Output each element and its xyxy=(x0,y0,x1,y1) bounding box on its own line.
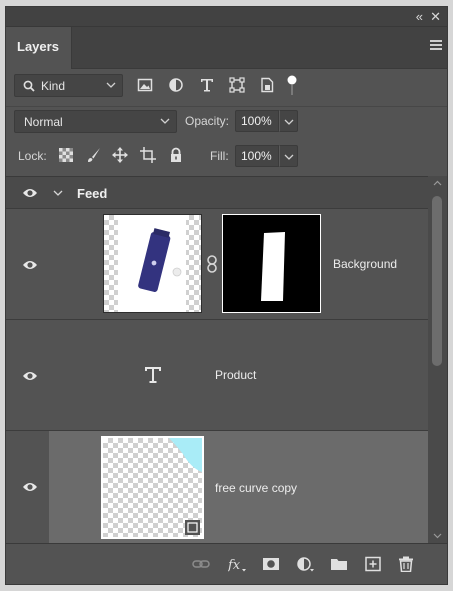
layer-mask-thumbnail[interactable] xyxy=(222,214,321,313)
smart-object-filter-icon[interactable] xyxy=(259,77,275,93)
chevron-down-icon xyxy=(284,119,294,125)
opacity-input[interactable]: 100% xyxy=(235,110,279,132)
chevron-down-icon xyxy=(284,154,294,160)
type-filter-icon[interactable] xyxy=(199,77,215,93)
tab-layers[interactable]: Layers xyxy=(6,27,72,69)
panel-tab-bar: Layers xyxy=(6,27,447,69)
eye-icon[interactable] xyxy=(22,187,38,199)
adjustment-filter-icon[interactable] xyxy=(168,77,184,93)
link-icon[interactable] xyxy=(206,255,218,273)
chevron-down-icon xyxy=(160,118,170,124)
lock-label: Lock: xyxy=(18,149,47,163)
lock-row: Lock: Fill: 100% xyxy=(6,141,447,171)
group-name: Feed xyxy=(77,186,108,201)
lock-position-icon[interactable] xyxy=(112,147,128,163)
layer-row[interactable]: Background xyxy=(6,209,428,320)
filter-kind-label: Kind xyxy=(41,79,66,93)
layers-panel: « ✕ Layers Kind Normal Opacity: 100% Loc… xyxy=(5,6,448,585)
chevron-down-icon[interactable] xyxy=(53,188,63,198)
search-icon xyxy=(23,80,35,92)
layer-name: Background xyxy=(333,257,398,271)
fill-label: Fill: xyxy=(210,149,229,163)
double-chevron-left-icon[interactable]: « xyxy=(416,9,423,25)
layer-name: free curve copy xyxy=(215,481,298,495)
link-layers-icon[interactable] xyxy=(192,556,210,572)
new-group-icon[interactable] xyxy=(330,556,348,572)
chevron-down-icon xyxy=(106,82,116,88)
blend-mode-select[interactable]: Normal xyxy=(14,110,177,133)
mask-shape xyxy=(261,232,285,301)
lock-pixels-icon[interactable] xyxy=(86,147,102,163)
panel-title-strip: « ✕ xyxy=(6,7,447,27)
filter-toggle-icon[interactable] xyxy=(287,75,297,97)
scrollbar-thumb[interactable] xyxy=(432,196,442,366)
layer-row[interactable]: Product xyxy=(6,320,428,431)
image-filter-icon[interactable] xyxy=(137,77,153,93)
eye-icon[interactable] xyxy=(22,370,38,382)
opacity-dropdown-button[interactable] xyxy=(279,110,298,132)
eye-icon[interactable] xyxy=(22,259,38,271)
filter-kind-select[interactable]: Kind xyxy=(14,74,123,97)
chevron-down-icon[interactable] xyxy=(433,532,442,539)
fill-dropdown-button[interactable] xyxy=(279,145,298,167)
layers-bottom-toolbar: fx xyxy=(6,543,447,584)
lock-transparency-icon[interactable] xyxy=(58,147,74,163)
layer-thumbnail[interactable] xyxy=(101,436,204,539)
layer-style-icon[interactable]: fx xyxy=(228,556,246,572)
layers-scrollbar[interactable] xyxy=(428,176,447,543)
new-layer-icon[interactable] xyxy=(364,556,382,572)
delete-layer-icon[interactable] xyxy=(397,556,415,572)
close-icon[interactable]: ✕ xyxy=(430,9,441,25)
layer-row[interactable]: free curve copy xyxy=(6,431,428,543)
fill-input[interactable]: 100% xyxy=(235,145,279,167)
layers-list: Feed Background Product free curve copy xyxy=(6,176,428,543)
lock-all-icon[interactable] xyxy=(168,147,184,163)
layer-name: Product xyxy=(215,368,257,382)
blend-mode-value: Normal xyxy=(24,115,63,129)
add-mask-icon[interactable] xyxy=(262,556,280,572)
panel-menu-icon[interactable] xyxy=(430,40,442,52)
layer-group-feed[interactable]: Feed xyxy=(6,177,428,209)
layer-thumbnail[interactable] xyxy=(103,214,202,313)
shape-filter-icon[interactable] xyxy=(229,77,245,93)
curve-shape xyxy=(169,438,202,535)
eye-icon[interactable] xyxy=(22,481,38,493)
product-image xyxy=(118,215,186,312)
filter-row: Kind xyxy=(6,69,447,103)
lock-artboard-icon[interactable] xyxy=(140,147,156,163)
new-adjustment-icon[interactable] xyxy=(296,556,314,572)
chevron-up-icon[interactable] xyxy=(433,180,442,187)
type-layer-icon xyxy=(145,367,161,383)
blend-row: Normal Opacity: 100% xyxy=(6,106,447,136)
opacity-label: Opacity: xyxy=(185,114,230,128)
svg-text:fx: fx xyxy=(228,558,241,572)
